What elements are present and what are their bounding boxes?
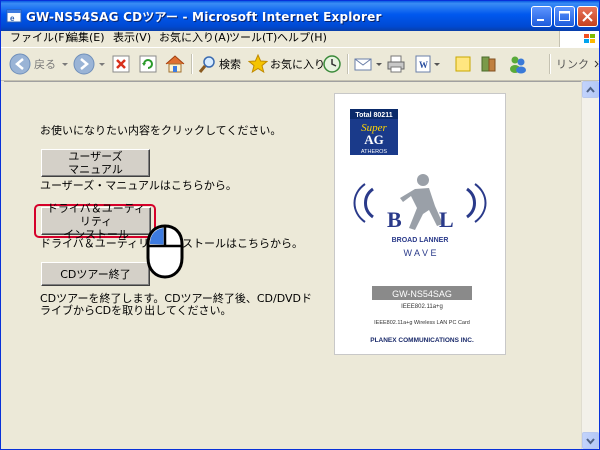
- back-arrow-icon: [9, 53, 31, 75]
- back-label: 戻る: [34, 58, 56, 71]
- star-icon: [248, 54, 268, 74]
- menu-file[interactable]: ファイル(F): [10, 29, 69, 45]
- links-label: リンク: [556, 58, 589, 71]
- page-content: お使いになりたい内容をクリックしてください。 ユーザーズ マニュアル ユーザーズ…: [4, 81, 581, 449]
- window-title: GW-NS54SAG CDツアー - Microsoft Internet Ex…: [26, 10, 382, 24]
- user-manual-label-1: ユーザーズ: [68, 150, 123, 163]
- menu-edit[interactable]: 編集(E): [67, 29, 105, 45]
- brand-wave: W A V E: [403, 248, 436, 258]
- history-button[interactable]: [322, 52, 342, 76]
- windows-flag-icon: [584, 34, 595, 43]
- intro-text: お使いになりたい内容をクリックしてください。: [40, 124, 282, 137]
- forward-button[interactable]: [73, 52, 107, 76]
- mail-dropdown-icon: [376, 63, 382, 66]
- messenger-icon: [510, 56, 526, 74]
- driver-install-description-right: ストールはこちらから。: [182, 237, 303, 250]
- badge-total-label: Total 80211: [355, 112, 392, 119]
- mouse-click-icon: [146, 224, 184, 279]
- discuss-button[interactable]: [453, 52, 473, 76]
- research-button[interactable]: [479, 52, 499, 76]
- close-icon: [582, 11, 593, 22]
- user-manual-description: ユーザーズ・マニュアルはこちらから。: [40, 179, 237, 192]
- standard-toolbar: 戻る 検索 お気に入り W リンク: [1, 47, 599, 81]
- model-name: GW-NS54SAG: [392, 289, 452, 299]
- exit-description-line-2: ライブからCDを取り出してください。: [40, 304, 232, 317]
- product-description: IEEE802.11a+g Wireless LAN PC Card: [374, 320, 470, 326]
- search-icon: [198, 56, 215, 73]
- ie-window: e GW-NS54SAG CDツアー - Microsoft Internet …: [0, 0, 600, 450]
- product-card: Total 80211 Super AG ATHEROS B L BROAD L…: [334, 93, 506, 355]
- back-dropdown-icon: [62, 63, 68, 66]
- favorites-label: お気に入り: [270, 58, 325, 71]
- toolbar-separator: [347, 54, 349, 74]
- note-icon: [455, 56, 471, 72]
- minimize-icon: [537, 19, 544, 21]
- refresh-button[interactable]: [138, 52, 158, 76]
- stop-button[interactable]: [111, 52, 131, 76]
- stop-icon: [112, 55, 130, 73]
- mail-icon: [354, 58, 372, 71]
- badge-ag-label: AG: [364, 132, 384, 147]
- research-icon: [481, 56, 496, 72]
- home-button[interactable]: [164, 52, 186, 76]
- scroll-down-icon: [586, 438, 595, 445]
- favorites-button[interactable]: お気に入り: [248, 52, 325, 76]
- driver-install-label-1: ドライバ＆ユーティリティ: [46, 201, 146, 228]
- home-icon: [165, 55, 185, 73]
- minimize-button[interactable]: [531, 6, 552, 27]
- product-illustration: Total 80211 Super AG ATHEROS B L BROAD L…: [350, 109, 487, 344]
- menu-bar: ファイル(F) 編集(E) 表示(V) お気に入り(A) ツール(T) ヘルプ(…: [1, 25, 561, 45]
- printer-icon: [387, 55, 405, 73]
- messenger-button[interactable]: [507, 52, 529, 76]
- menu-view[interactable]: 表示(V): [113, 29, 151, 45]
- user-manual-button[interactable]: ユーザーズ マニュアル: [41, 149, 150, 177]
- menu-tools[interactable]: ツール(T): [229, 29, 277, 45]
- toolbar-separator: [549, 54, 551, 74]
- forward-arrow-icon: [73, 53, 95, 75]
- brand-letter-b: B: [387, 207, 402, 232]
- close-button[interactable]: [577, 6, 598, 27]
- forward-dropdown-icon: [99, 63, 105, 66]
- windows-logo: [559, 31, 599, 47]
- print-button[interactable]: [386, 52, 406, 76]
- edit-dropdown-icon: [434, 63, 440, 66]
- search-label: 検索: [219, 58, 241, 71]
- exit-tour-button[interactable]: CDツアー終了: [41, 262, 150, 286]
- svg-text:e: e: [10, 14, 15, 23]
- chevron-right-icon: [594, 60, 599, 68]
- ie-icon: e: [6, 9, 22, 23]
- back-button[interactable]: 戻る: [9, 52, 70, 76]
- search-button[interactable]: 検索: [197, 52, 241, 76]
- scroll-up-button[interactable]: [582, 81, 599, 98]
- menu-help[interactable]: ヘルプ(H): [277, 29, 327, 45]
- svg-text:W: W: [419, 60, 428, 70]
- brand-letter-l: L: [439, 207, 454, 232]
- maker-name: PLANEX COMMUNICATIONS INC.: [370, 337, 474, 344]
- runner-figure: [400, 174, 443, 230]
- refresh-icon: [139, 55, 157, 73]
- scroll-up-icon: [586, 86, 595, 93]
- model-standard: IEEE802.11a+g: [401, 304, 443, 310]
- vertical-scrollbar[interactable]: [581, 81, 599, 449]
- edit-button[interactable]: W: [413, 52, 441, 76]
- history-icon: [323, 55, 341, 73]
- scroll-down-button[interactable]: [582, 432, 599, 449]
- badge-atheros-label: ATHEROS: [361, 149, 388, 155]
- links-button[interactable]: リンク: [556, 52, 599, 76]
- toolbar-separator: [191, 54, 193, 74]
- super-ag-badge: Total 80211 Super AG ATHEROS: [350, 109, 398, 155]
- maximize-button[interactable]: [554, 6, 575, 27]
- maximize-icon: [559, 11, 570, 21]
- word-icon: W: [415, 55, 431, 73]
- broadlanner-wave-logo: B L BROAD LANNER W A V E: [353, 174, 487, 258]
- user-manual-label-2: マニュアル: [68, 163, 123, 176]
- brand-name: BROAD LANNER: [392, 237, 449, 244]
- exit-tour-label: CDツアー終了: [60, 267, 131, 281]
- driver-install-button[interactable]: ドライバ＆ユーティリティ インストール: [41, 202, 151, 241]
- menu-favorites[interactable]: お気に入り(A): [159, 29, 230, 45]
- mail-button[interactable]: [353, 52, 383, 76]
